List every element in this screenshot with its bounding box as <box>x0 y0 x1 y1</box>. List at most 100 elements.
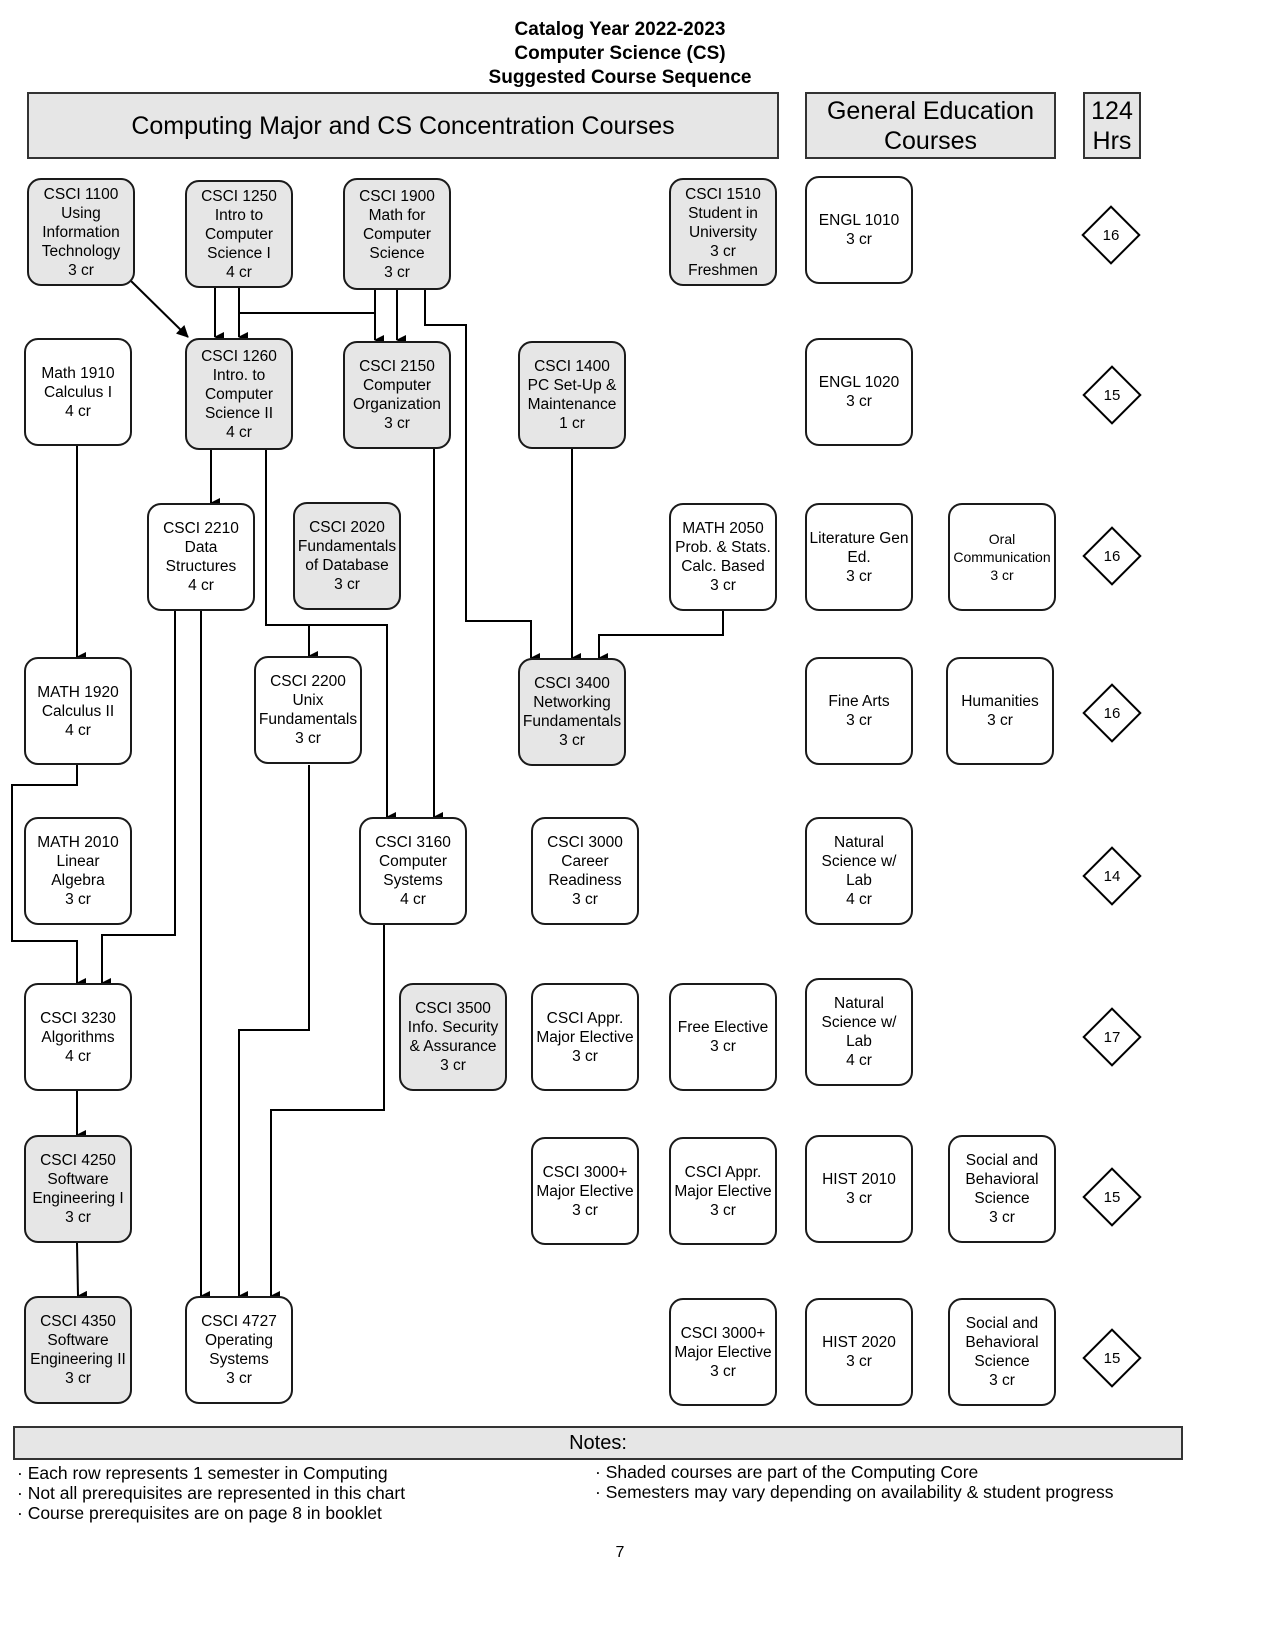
course-csci-4250: CSCI 4250 Software Engineering I 3 cr <box>24 1135 132 1243</box>
course-text-line: 3 cr <box>572 891 598 908</box>
course-text-line: Freshmen <box>688 261 758 279</box>
course-text-line: Free Elective <box>677 1019 769 1036</box>
course-text-line: Natural <box>834 995 884 1012</box>
semester-hours-badge: 15 <box>1082 1328 1142 1388</box>
semester-hours-value: 15 <box>1103 386 1121 404</box>
course-text-line: CSCI 3400 <box>534 675 610 692</box>
course-text-line: 3 cr <box>846 231 872 248</box>
gened-oral-communication: Oral Communication 3 cr <box>948 503 1056 611</box>
course-text-line: 3 cr <box>846 712 872 729</box>
course-text-line: Unix <box>292 692 324 709</box>
course-text-line: Science w/ <box>821 1014 897 1031</box>
semester-hours-badge: 16 <box>1081 205 1141 265</box>
course-text-line: Humanities <box>961 693 1039 710</box>
course-text-line: Science <box>974 1353 1030 1370</box>
course-text-line: Information <box>42 223 120 241</box>
course-text-line: Technology <box>41 242 121 260</box>
course-text-line: 4 cr <box>400 891 426 908</box>
course-text-line: Fundamentals <box>522 713 622 730</box>
course-csci-3400: CSCI 3400 Networking Fundamentals 3 cr <box>518 658 626 766</box>
course-math-2010: MATH 2010 Linear Algebra 3 cr <box>24 817 132 925</box>
course-csci-4350: CSCI 4350 Software Engineering II 3 cr <box>24 1296 132 1404</box>
course-text-line: Major Elective <box>674 1182 772 1200</box>
course-text-line: Social and <box>965 1315 1039 1332</box>
semester-hours-badge: 16 <box>1082 683 1142 743</box>
link-csci3160-csci4727 <box>270 924 385 1301</box>
course-csci-3160: CSCI 3160 Computer Systems 4 cr <box>359 817 467 925</box>
course-text-line: CSCI 4727 <box>201 1313 277 1330</box>
semester-hours-value: 14 <box>1103 867 1121 885</box>
semester-hours-value: 16 <box>1103 704 1121 722</box>
course-text-line: 4 cr <box>226 263 252 281</box>
course-text-line: 3 cr <box>846 1353 872 1370</box>
course-text-line: 3 cr <box>559 732 585 749</box>
course-text-line: 3 cr <box>846 567 872 585</box>
course-text-line: Systems <box>209 1351 269 1368</box>
course-text-line: University <box>688 223 758 241</box>
course-text-line: ENGL 1020 <box>818 374 900 391</box>
course-csci-1260: CSCI 1260 Intro. to Computer Science II 4 cr <box>185 338 293 450</box>
course-text-line: 3 cr <box>384 415 410 432</box>
course-text-line: HIST 2010 <box>822 1171 896 1188</box>
course-text-line: Software <box>47 1332 109 1349</box>
course-text-line: 3 cr <box>334 576 360 593</box>
course-free-elective: Free Elective 3 cr <box>669 983 777 1091</box>
course-text-line: Science w/ <box>821 853 897 870</box>
course-text-line: Data <box>184 539 218 556</box>
note-item: · Each row represents 1 semester in Comp… <box>17 1463 388 1483</box>
course-math-1920: MATH 1920 Calculus II 4 cr <box>24 657 132 765</box>
course-csci-1510: CSCI 1510 Student in University 3 cr Freshme… <box>669 178 777 286</box>
course-text-line: 4 cr <box>65 721 91 739</box>
course-text-line: Behavioral <box>965 1334 1039 1351</box>
course-text-line: 3 cr <box>710 1201 736 1219</box>
course-text-line: Structures <box>165 558 237 575</box>
course-text-line: CSCI 3500 <box>415 1000 491 1017</box>
course-text-line: Social and <box>965 1152 1039 1169</box>
course-text-line: 3 cr <box>572 1201 598 1219</box>
link-csci1900-csci1260 <box>239 290 376 314</box>
course-csci-3500: CSCI 3500 Info. Security & Assurance 3 cr <box>399 983 507 1091</box>
course-text-line: Operating <box>204 1332 274 1349</box>
course-text-line: Calculus I <box>43 383 113 401</box>
course-text-line: of Database <box>305 557 389 574</box>
gened-social-behavioral-1: Social and Behavioral Science 3 cr <box>948 1135 1056 1243</box>
course-text-line: Fundamentals <box>297 538 397 555</box>
course-text-line: Intro. to <box>212 366 266 384</box>
semester-hours-badge: 15 <box>1082 1167 1142 1227</box>
course-text-line: 3 cr <box>384 263 410 281</box>
course-text-line: 4 cr <box>226 423 252 441</box>
course-csci-3000: CSCI 3000 Career Readiness 3 cr <box>531 817 639 925</box>
semester-hours-value: 15 <box>1103 1349 1121 1367</box>
course-csci-1100: CSCI 1100 Using Information Technology 3 cr <box>27 178 135 286</box>
course-text-line: CSCI 2020 <box>309 519 385 536</box>
gened-natural-science-2: Natural Science w/Lab 4 cr <box>805 978 913 1086</box>
course-text-line: Maintenance <box>527 396 617 413</box>
course-appr-major-elective-1: CSCI Appr. Major Elective 3 cr <box>531 983 639 1091</box>
course-text-line: Computer <box>204 225 274 243</box>
course-text-line: 3 cr <box>710 242 736 260</box>
course-text-line: CSCI 1260 <box>201 347 277 365</box>
course-csci-1400: CSCI 1400 PC Set-Up & Maintenance 1 cr <box>518 341 626 449</box>
course-text-line: 3 cr <box>65 1209 91 1226</box>
course-text-line: CSCI 2200 <box>270 673 346 690</box>
notes-header: Notes: <box>13 1426 1183 1460</box>
course-text-line: CSCI Appr. <box>684 1163 762 1181</box>
page-number: 7 <box>615 1544 625 1561</box>
course-text-line: 3 cr <box>846 1190 872 1207</box>
course-text-line: Math 1910 <box>41 364 115 382</box>
note-item: · Course prerequisites are on page 8 in … <box>17 1503 382 1523</box>
course-text-line: Engineering II <box>30 1351 126 1368</box>
course-text-line: 3 cr <box>572 1047 598 1065</box>
course-text-line: 4 cr <box>188 577 214 594</box>
course-text-line: Readiness <box>548 872 622 889</box>
course-text-line: CSCI 2210 <box>163 520 239 537</box>
course-text-line: Computer <box>362 377 432 394</box>
course-text-line: Fundamentals <box>258 711 358 728</box>
gened-engl-1020: ENGL 1020 3 cr <box>805 338 913 446</box>
course-text-line: MATH 2010 <box>37 834 119 851</box>
link-csci4250-csci4350 <box>76 1242 88 1301</box>
course-text-line: 3 cr <box>295 730 321 747</box>
course-3000-major-elective-1: CSCI 3000+ Major Elective 3 cr <box>531 1137 639 1245</box>
link-csci2200-csci4727 <box>238 765 310 1301</box>
course-text-line: CSCI 3000+ <box>542 1163 628 1181</box>
